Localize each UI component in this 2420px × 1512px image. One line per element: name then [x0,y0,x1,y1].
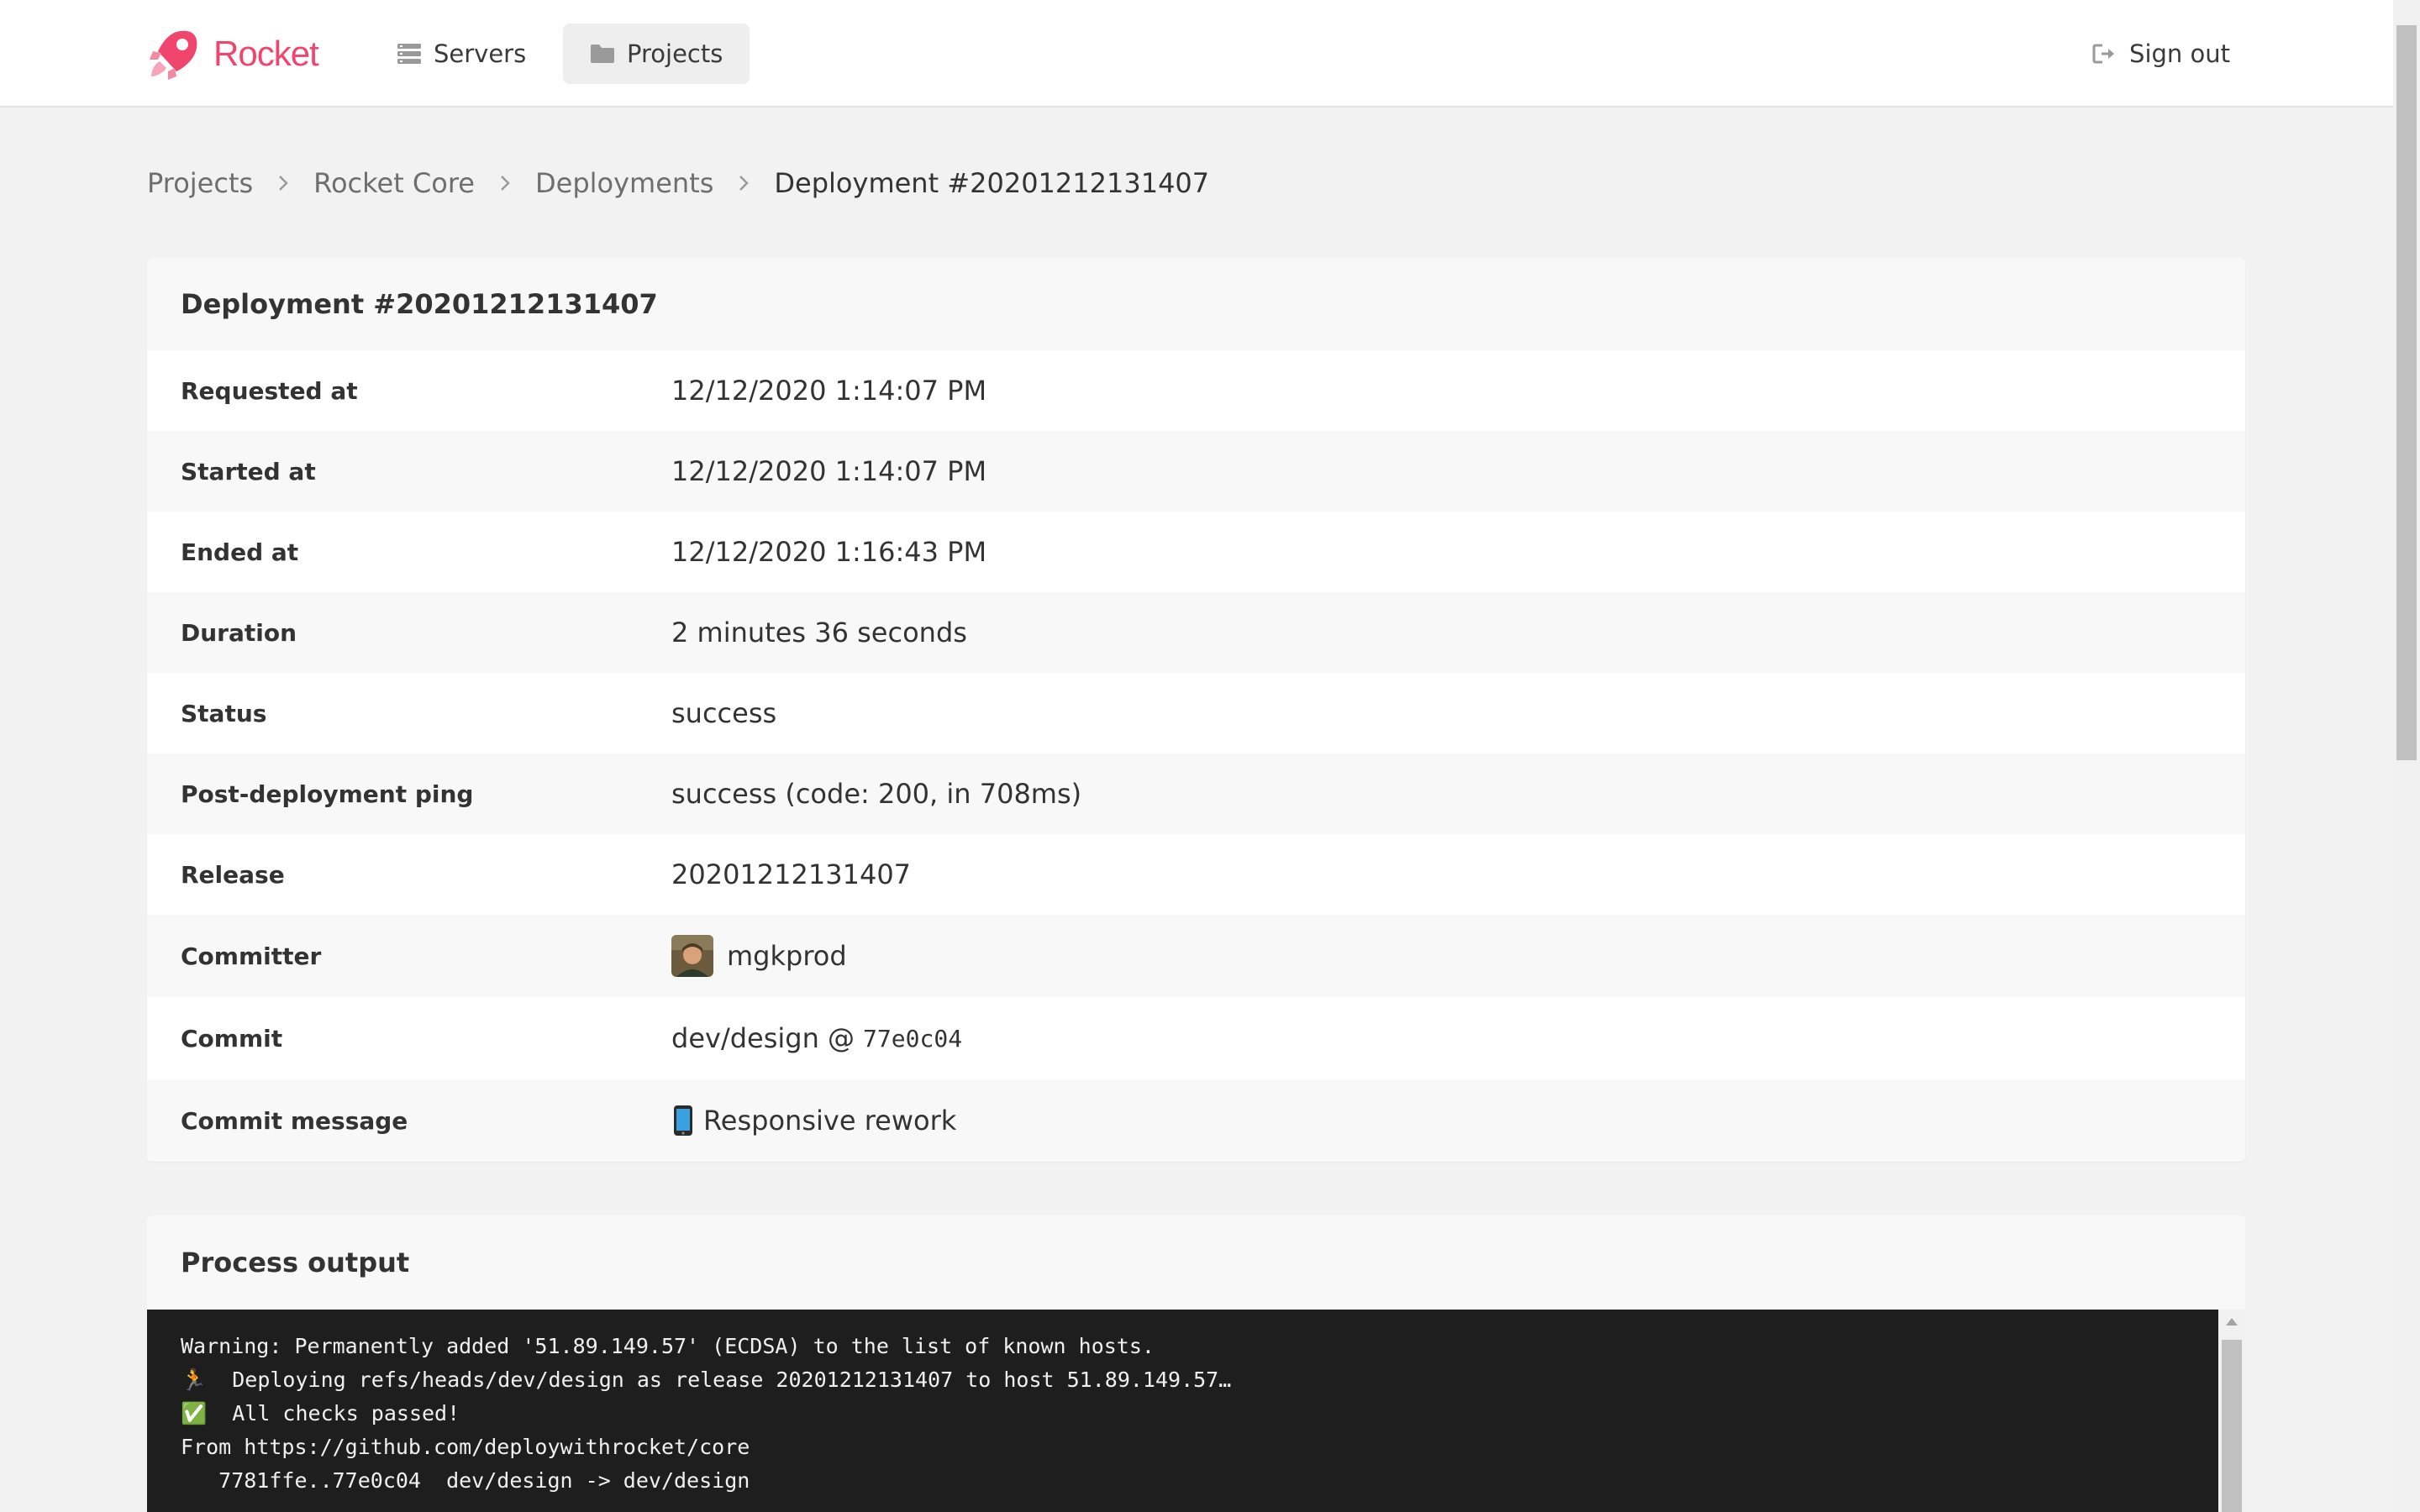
nav-servers-label: Servers [434,39,527,68]
top-navigation: Rocket Servers Projects Sign out [0,0,2393,108]
rocket-logo-icon [150,30,197,80]
detail-row-ping: Post-deployment ping success (code: 200,… [147,753,2245,834]
terminal-output[interactable]: Warning: Permanently added '51.89.149.57… [147,1310,2245,1512]
avatar [671,935,713,977]
chevron-right-icon [497,173,513,193]
detail-value: 20201212131407 [671,858,912,890]
detail-label: Commit message [181,1106,408,1135]
detail-label: Duration [181,618,297,647]
sign-out-label: Sign out [2129,39,2230,68]
terminal-line: 7781ffe..77e0c04 dev/design -> dev/desig… [181,1468,750,1493]
detail-label: Requested at [181,376,358,405]
detail-row-commit-message: Commit message Responsive rework [147,1079,2245,1162]
breadcrumb: Projects Rocket Core Deployments Deploym… [147,165,1209,202]
detail-value: 12/12/2020 1:14:07 PM [671,375,987,407]
detail-label: Ended at [181,538,299,566]
detail-value: 2 minutes 36 seconds [671,617,967,648]
detail-row-commit: Commit dev/design @ 77e0c04 [147,997,2245,1079]
detail-row-ended-at: Ended at 12/12/2020 1:16:43 PM [147,512,2245,592]
terminal-line: ✅ All checks passed! [181,1401,460,1425]
terminal-scrollbar[interactable] [2218,1310,2245,1512]
process-output-title: Process output [147,1215,2245,1310]
page-scrollbar-thumb[interactable] [2396,25,2417,760]
terminal-line: Warning: Permanently added '51.89.149.57… [181,1334,1155,1358]
nav-projects[interactable]: Projects [563,24,750,84]
commit-hash: 77e0c04 [863,1024,963,1053]
detail-row-release: Release 20201212131407 [147,834,2245,915]
terminal-scrollbar-thumb[interactable] [2222,1340,2242,1512]
page-scrollbar[interactable] [2393,0,2420,1512]
folder-icon [591,45,614,63]
detail-label: Release [181,860,285,889]
committer-value: mgkprod [671,935,847,977]
commit-message-value: Responsive rework [671,1105,956,1137]
committer-name: mgkprod [727,940,847,972]
detail-label: Post-deployment ping [181,780,474,808]
commit-message-text: Responsive rework [703,1105,957,1137]
detail-label: Status [181,699,267,727]
commit-branch: dev/design @ [671,1022,855,1054]
process-output-card: Process output Warning: Permanently adde… [147,1215,2245,1512]
detail-value: success (code: 200, in 708ms) [671,778,1082,810]
detail-row-requested-at: Requested at 12/12/2020 1:14:07 PM [147,350,2245,431]
brand-name: Rocket [213,34,319,73]
breadcrumb-deployments[interactable]: Deployments [535,167,713,199]
detail-label: Committer [181,942,322,970]
brand-logo[interactable]: Rocket [146,25,319,82]
terminal-line: 🏃 Deploying refs/heads/dev/design as rel… [181,1368,1232,1392]
sign-out-icon [2092,44,2115,64]
scroll-up-arrow-icon[interactable] [2226,1318,2238,1326]
status-value: success [671,697,777,729]
detail-value: 12/12/2020 1:14:07 PM [671,455,987,487]
commit-value[interactable]: dev/design @ 77e0c04 [671,1022,962,1054]
chevron-right-icon [275,173,292,193]
card-title: Deployment #20201212131407 [147,258,2245,350]
breadcrumb-current: Deployment #20201212131407 [774,167,1210,199]
chevron-right-icon [735,173,752,193]
page: Rocket Servers Projects Sign out Project… [0,0,2393,1512]
sign-out-button[interactable]: Sign out [2092,24,2230,84]
nav-projects-label: Projects [627,39,723,68]
detail-row-duration: Duration 2 minutes 36 seconds [147,592,2245,673]
detail-row-committer: Committer mgkprod [147,915,2245,997]
breadcrumb-projects[interactable]: Projects [147,167,253,199]
detail-label: Started at [181,457,316,486]
deployment-details-card: Deployment #20201212131407 Requested at … [147,258,2245,1162]
server-icon [397,44,421,64]
breadcrumb-project[interactable]: Rocket Core [313,167,475,199]
detail-value: 12/12/2020 1:16:43 PM [671,536,987,568]
detail-label: Commit [181,1024,283,1053]
detail-row-started-at: Started at 12/12/2020 1:14:07 PM [147,431,2245,512]
detail-row-status: Status success [147,673,2245,753]
terminal-line: From https://github.com/deploywithrocket… [181,1435,750,1459]
nav-servers[interactable]: Servers [370,24,553,84]
mobile-phone-icon [674,1105,692,1136]
